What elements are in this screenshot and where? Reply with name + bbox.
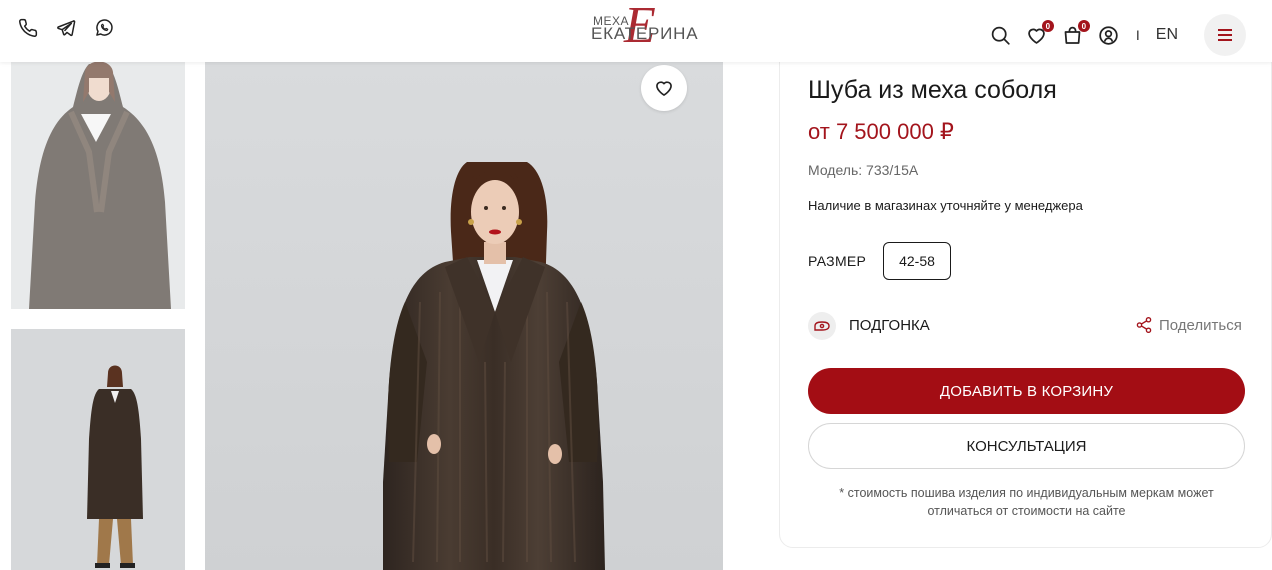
language-switch[interactable]: EN bbox=[1156, 26, 1178, 44]
header-separator: I bbox=[1135, 27, 1140, 43]
share-button[interactable]: Поделиться bbox=[1135, 316, 1242, 334]
search-icon[interactable] bbox=[990, 24, 1012, 46]
share-label: Поделиться bbox=[1159, 316, 1242, 334]
contact-icons bbox=[18, 18, 114, 38]
header-actions: 0 0 I EN bbox=[990, 14, 1246, 56]
site-header: Е МЕХА ЕКАТЕРИНА 0 0 I EN bbox=[0, 0, 1272, 62]
telegram-icon[interactable] bbox=[56, 18, 76, 38]
thumbnail-2-photo bbox=[11, 329, 185, 570]
custom-tailoring-note: * стоимость пошива изделия по индивидуал… bbox=[839, 486, 1214, 518]
logo-main-text: ЕКАТЕРИНА bbox=[591, 24, 699, 43]
thumbnail-1[interactable] bbox=[11, 62, 185, 309]
user-icon[interactable] bbox=[1098, 24, 1120, 46]
wishlist-count-badge: 0 bbox=[1041, 20, 1054, 32]
menu-button[interactable] bbox=[1204, 14, 1246, 56]
menu-icon bbox=[1218, 29, 1232, 41]
product-info-panel bbox=[779, 40, 1272, 548]
product-main-image[interactable] bbox=[205, 62, 723, 570]
whatsapp-icon[interactable] bbox=[94, 18, 114, 38]
favorite-icon bbox=[656, 81, 672, 96]
cart-button[interactable]: 0 bbox=[1062, 20, 1090, 46]
product-model: Модель: 733/15А bbox=[808, 162, 919, 178]
fitting-link[interactable]: ПОДГОНКА bbox=[849, 317, 930, 334]
size-label: РАЗМЕР bbox=[808, 253, 867, 269]
add-to-cart-button[interactable]: ДОБАВИТЬ В КОРЗИНУ bbox=[808, 368, 1245, 414]
availability-note: Наличие в магазинах уточняйте у менеджер… bbox=[808, 198, 1083, 213]
thumbnail-fade-overlay bbox=[11, 62, 185, 309]
size-option[interactable]: 42-58 bbox=[883, 242, 951, 280]
product-price: от 7 500 000 ₽ bbox=[808, 119, 954, 144]
ruler-icon bbox=[808, 312, 836, 340]
cart-count-badge: 0 bbox=[1077, 20, 1090, 32]
consultation-button[interactable]: КОНСУЛЬТАЦИЯ bbox=[808, 423, 1245, 469]
thumbnail-2[interactable] bbox=[11, 329, 185, 570]
wishlist-button[interactable]: 0 bbox=[1026, 20, 1054, 46]
phone-icon[interactable] bbox=[18, 18, 38, 38]
share-icon bbox=[1136, 316, 1152, 334]
add-to-favorites-button[interactable] bbox=[641, 65, 687, 111]
brand-logo[interactable]: Е МЕХА ЕКАТЕРИНА bbox=[588, 0, 699, 56]
product-photo bbox=[205, 62, 723, 570]
product-title: Шуба из меха соболя bbox=[808, 76, 1057, 104]
